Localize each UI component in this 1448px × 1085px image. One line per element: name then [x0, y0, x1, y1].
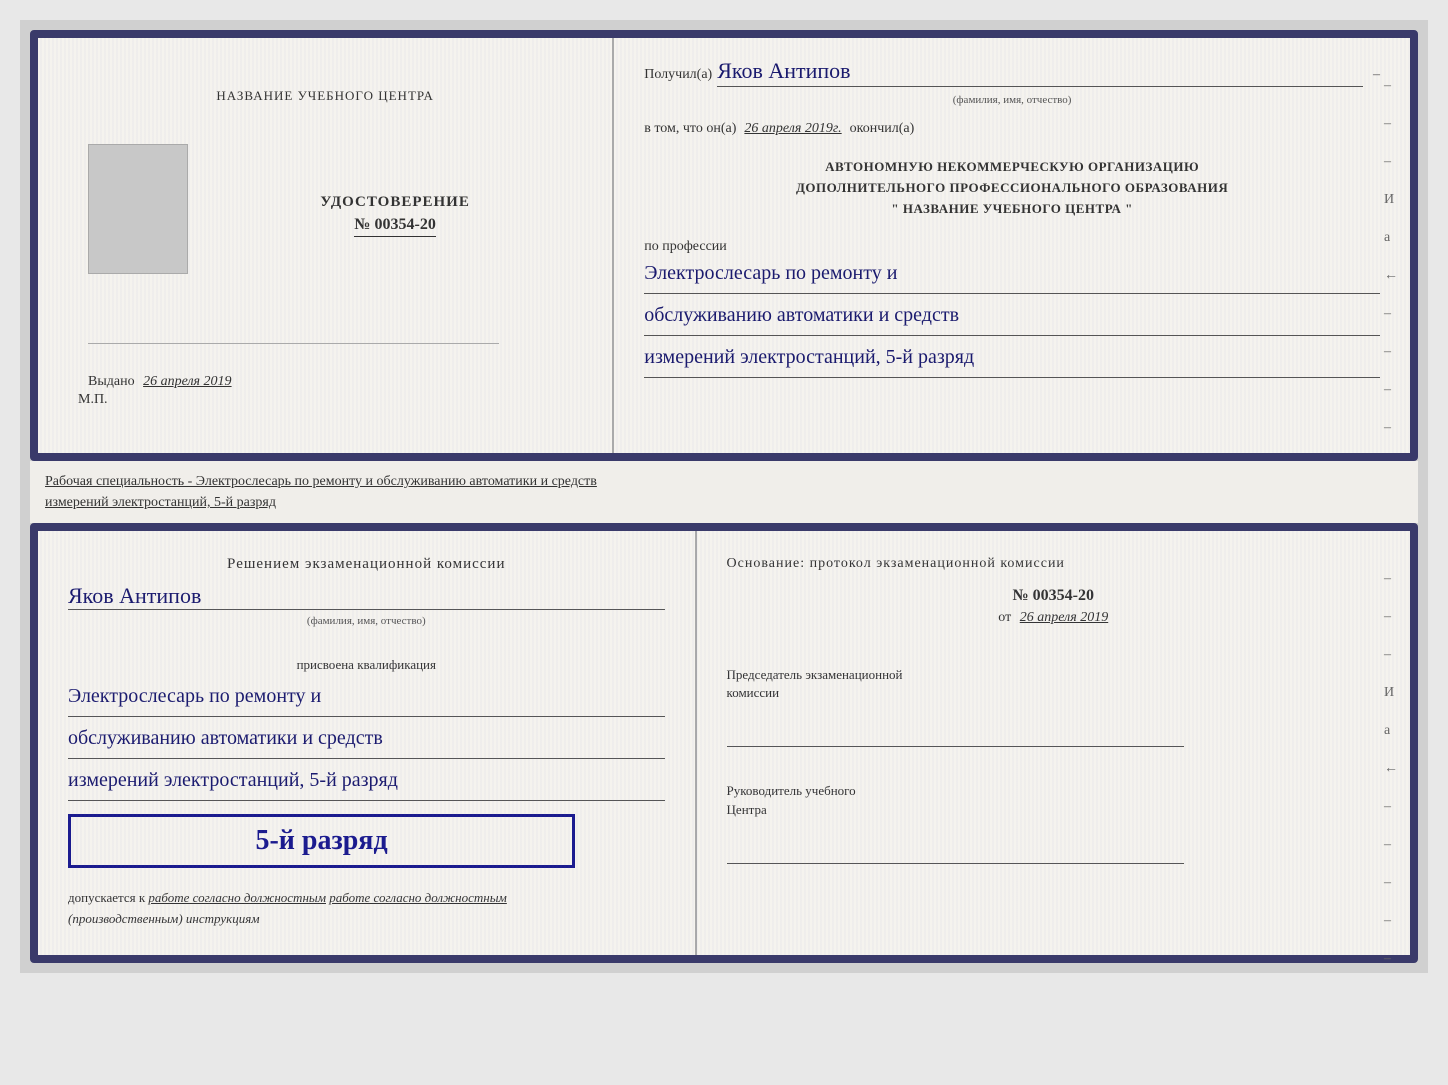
basis-title: Основание: протокол экзаменационной коми…: [727, 556, 1380, 572]
org-block: АВТОНОМНУЮ НЕКОММЕРЧЕСКУЮ ОРГАНИЗАЦИЮ ДО…: [644, 157, 1380, 219]
bottom-right: Основание: протокол экзаменационной коми…: [697, 531, 1410, 955]
director-line1: Руководитель учебного: [727, 782, 1380, 800]
cert-number: № 00354-20: [354, 216, 435, 237]
right-dashes-bottom: – – – И а ← – – – – –: [1384, 571, 1398, 967]
right-page: Получил(а) Яков Антипов – (фамилия, имя,…: [614, 38, 1410, 453]
org-line3: " НАЗВАНИЕ УЧЕБНОГО ЦЕНТРА ": [644, 199, 1380, 220]
top-document: НАЗВАНИЕ УЧЕБНОГО ЦЕНТРА УДОСТОВЕРЕНИЕ №…: [30, 30, 1418, 461]
profession-label: по профессии: [644, 239, 1380, 255]
stamp-label: М.П.: [78, 392, 108, 407]
director-signature-line: [727, 844, 1184, 864]
chairman-line1: Председатель экзаменационной: [727, 666, 1380, 684]
received-label: Получил(а): [644, 67, 712, 83]
profession-line2: обслуживанию автоматики и средств: [644, 297, 1380, 336]
admission-work: работе согласно должностным: [148, 890, 326, 905]
director-title: Руководитель учебного Центра: [727, 782, 1380, 818]
name-sub-label-bottom: (фамилия, имя, отчество): [68, 615, 665, 627]
cert-number-value: 00354-20: [374, 216, 435, 233]
admission-text: допускается к работе согласно должностны…: [68, 888, 665, 930]
issued-line: Выдано 26 апреля 2019: [88, 374, 232, 390]
cert-number-section: УДОСТОВЕРЕНИЕ № 00354-20: [320, 194, 470, 237]
chairman-title: Председатель экзаменационной комиссии: [727, 666, 1380, 702]
right-dashes-top: – – – И а ← – – – –: [1384, 78, 1398, 436]
date-value: 26 апреля 2019г.: [744, 121, 841, 137]
qual-line3: измерений электростанций, 5-й разряд: [68, 762, 665, 801]
page-wrapper: НАЗВАНИЕ УЧЕБНОГО ЦЕНТРА УДОСТОВЕРЕНИЕ №…: [20, 20, 1428, 973]
protocol-date: от 26 апреля 2019: [727, 610, 1380, 626]
protocol-date-prefix: от: [998, 610, 1011, 625]
admission-work-value: работе согласно должностным: [329, 890, 507, 905]
separator-section: Рабочая специальность - Электрослесарь п…: [30, 461, 1418, 523]
protocol-number-prefix: №: [1013, 587, 1029, 604]
person-name: Яков Антипов: [68, 583, 665, 610]
qualification-label: присвоена квалификация: [68, 657, 665, 673]
profession-text: Электрослесарь по ремонту и обслуживанию…: [644, 255, 1380, 381]
issued-label: Выдано: [88, 374, 135, 389]
profession-line1: Электрослесарь по ремонту и: [644, 255, 1380, 294]
date-prefix: в том, что он(а): [644, 121, 736, 137]
org-line2: ДОПОЛНИТЕЛЬНОГО ПРОФЕССИОНАЛЬНОГО ОБРАЗО…: [644, 178, 1380, 199]
rank-badge: 5-й разряд: [68, 814, 575, 868]
org-line1: АВТОНОМНУЮ НЕКОММЕРЧЕСКУЮ ОРГАНИЗАЦИЮ: [644, 157, 1380, 178]
stamp-area: М.П.: [78, 390, 108, 423]
bottom-document: Решением экзаменационной комиссии Яков А…: [30, 523, 1418, 963]
chairman-line2: комиссии: [727, 684, 1380, 702]
commission-title: Решением экзаменационной комиссии: [68, 556, 665, 573]
date-line: в том, что он(а) 26 апреля 2019г. окончи…: [644, 121, 1380, 137]
protocol-date-value: 26 апреля 2019: [1020, 610, 1108, 625]
admission-instructions: (производственным) инструкциям: [68, 911, 260, 926]
photo-placeholder: [88, 144, 188, 274]
qualification-text: Электрослесарь по ремонту и обслуживанию…: [68, 678, 665, 804]
center-title: НАЗВАНИЕ УЧЕБНОГО ЦЕНТРА: [216, 88, 433, 104]
date-suffix: окончил(а): [850, 121, 915, 137]
qual-line1: Электрослесарь по ремонту и: [68, 678, 665, 717]
name-sub-label-top: (фамилия, имя, отчество): [644, 94, 1380, 106]
director-line2: Центра: [727, 801, 1380, 819]
separator-line2: измерений электростанций, 5-й разряд: [45, 492, 1403, 513]
qual-line2: обслуживанию автоматики и средств: [68, 720, 665, 759]
admission-prefix: допускается к: [68, 890, 145, 905]
profession-line3: измерений электростанций, 5-й разряд: [644, 339, 1380, 378]
recipient-name: Яков Антипов: [717, 58, 1363, 87]
director-block: Руководитель учебного Центра: [727, 782, 1380, 883]
bottom-left: Решением экзаменационной комиссии Яков А…: [38, 531, 697, 955]
chairman-signature-line: [727, 727, 1184, 747]
recipient-line: Получил(а) Яков Антипов –: [644, 58, 1380, 87]
separator-line1: Рабочая специальность - Электрослесарь п…: [45, 471, 1403, 492]
cert-number-prefix: №: [354, 216, 370, 233]
chairman-block: Председатель экзаменационной комиссии: [727, 666, 1380, 767]
issued-date: 26 апреля 2019: [143, 374, 231, 389]
protocol-number: № 00354-20: [727, 587, 1380, 605]
cert-title: УДОСТОВЕРЕНИЕ: [320, 194, 470, 211]
left-page: НАЗВАНИЕ УЧЕБНОГО ЦЕНТРА УДОСТОВЕРЕНИЕ №…: [38, 38, 614, 453]
protocol-number-value: 00354-20: [1033, 587, 1094, 604]
